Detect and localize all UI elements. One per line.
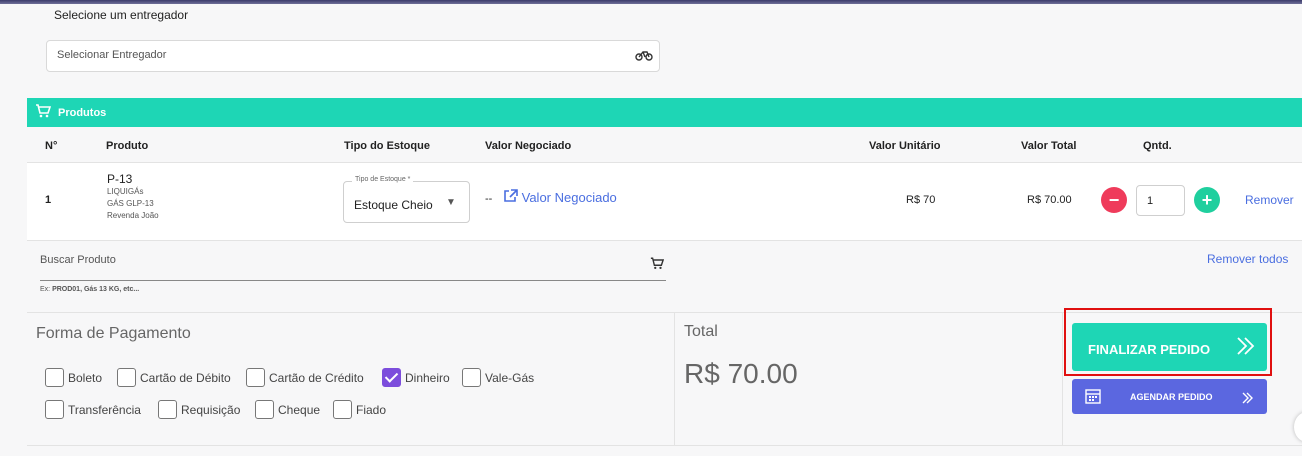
schedule-order-button[interactable]: AGENDAR PEDIDO xyxy=(1072,379,1267,414)
finalize-order-label: FINALIZAR PEDIDO xyxy=(1088,342,1211,357)
product-reseller: Revenda João xyxy=(107,211,159,220)
payment-option-label: Boleto xyxy=(68,370,103,385)
total-value: R$ 70.00 xyxy=(684,358,798,389)
payment-option-debito[interactable]: Cartão de Débito xyxy=(117,368,231,387)
row-divider xyxy=(27,240,1302,241)
search-underline xyxy=(40,280,666,281)
product-info: P-13 LIQUIGÁs GÁS GLP-13 Revenda João xyxy=(107,172,159,222)
increase-qty-button[interactable]: + xyxy=(1194,187,1220,213)
checkbox[interactable] xyxy=(45,368,64,387)
checkbox[interactable] xyxy=(255,400,274,419)
deliverer-placeholder: Selecionar Entregador xyxy=(57,49,167,61)
col-stock-type: Tipo do Estoque xyxy=(344,140,430,152)
payment-option-label: Cartão de Crédito xyxy=(269,370,364,385)
payment-option-label: Vale-Gás xyxy=(485,370,535,385)
product-search-input[interactable]: Buscar Produto xyxy=(40,254,666,266)
negotiated-value-link[interactable]: Valor Negociado xyxy=(503,189,617,206)
qty-value: 1 xyxy=(1147,195,1154,207)
product-gas: GÁS GLP-13 xyxy=(107,199,154,208)
col-negotiated: Valor Negociado xyxy=(485,140,572,152)
checkbox[interactable] xyxy=(246,368,265,387)
checkbox[interactable] xyxy=(117,368,136,387)
negotiated-dash: -- xyxy=(485,193,493,205)
product-search[interactable]: Buscar Produto Ex: PROD01, Gás 13 KG, et… xyxy=(40,254,666,293)
calendar-icon xyxy=(1085,388,1101,406)
row-number: 1 xyxy=(45,194,52,206)
stock-type-legend: Tipo de Estoque * xyxy=(352,176,414,183)
decrease-qty-button[interactable]: − xyxy=(1101,187,1127,213)
payment-option-label: Fiado xyxy=(356,402,387,417)
payment-option-dinheiro[interactable]: Dinheiro xyxy=(382,368,450,387)
col-qty: Qntd. xyxy=(1143,140,1172,152)
deliverer-select[interactable]: Selecionar Entregador xyxy=(46,40,660,72)
total-price: R$ 70.00 xyxy=(1027,194,1072,206)
col-total-price: Valor Total xyxy=(1021,140,1077,152)
panel-divider xyxy=(1062,313,1063,445)
checkbox[interactable] xyxy=(462,368,481,387)
products-header: Produtos xyxy=(27,98,1302,127)
payment-option-label: Dinheiro xyxy=(405,370,450,385)
double-chevron-right-icon xyxy=(1235,335,1257,360)
payment-option-transferencia[interactable]: Transferência xyxy=(45,400,141,419)
qty-input[interactable]: 1 xyxy=(1136,185,1185,216)
products-title: Produtos xyxy=(58,107,107,119)
payment-option-credito[interactable]: Cartão de Crédito xyxy=(246,368,364,387)
search-hint: Ex: PROD01, Gás 13 KG, etc... xyxy=(40,286,139,293)
bike-icon xyxy=(635,47,653,68)
deliverer-label: Selecione um entregador xyxy=(54,8,189,22)
search-hint-prefix: Ex: xyxy=(40,286,53,293)
caret-down-icon: ▼ xyxy=(446,197,456,208)
external-link-icon xyxy=(503,189,522,206)
top-border xyxy=(0,0,1302,4)
cart-icon xyxy=(35,104,52,121)
table-row: 1 P-13 LIQUIGÁs GÁS GLP-13 Revenda João … xyxy=(27,163,1302,240)
search-hint-examples: PROD01, Gás 13 KG, etc... xyxy=(52,286,140,293)
panel-divider xyxy=(674,313,675,445)
checkbox[interactable] xyxy=(158,400,177,419)
payment-title: Forma de Pagamento xyxy=(36,325,191,342)
remove-all-link[interactable]: Remover todos xyxy=(1207,252,1288,266)
stock-type-select[interactable]: Tipo de Estoque * Estoque Cheio ▼ xyxy=(343,176,470,223)
payment-option-cheque[interactable]: Cheque xyxy=(255,400,320,419)
stock-type-value: Estoque Cheio xyxy=(354,198,433,212)
remove-item-link[interactable]: Remover xyxy=(1245,193,1294,207)
checkbox[interactable] xyxy=(333,400,352,419)
product-name: P-13 xyxy=(107,172,133,186)
col-unit-price: Valor Unitário xyxy=(869,140,941,152)
col-product: Produto xyxy=(106,140,149,152)
double-chevron-right-icon xyxy=(1242,392,1254,406)
negotiated-value-label: Valor Negociado xyxy=(521,190,617,206)
payment-option-label: Transferência xyxy=(68,402,141,417)
col-num: N° xyxy=(45,140,58,152)
payment-option-label: Cartão de Débito xyxy=(140,370,231,385)
total-label: Total xyxy=(684,323,718,340)
schedule-order-label: AGENDAR PEDIDO xyxy=(1130,392,1213,402)
checkbox-checked[interactable] xyxy=(382,368,401,387)
payment-option-label: Requisição xyxy=(181,402,241,417)
payment-option-requisicao[interactable]: Requisição xyxy=(158,400,240,419)
finalize-order-button[interactable]: FINALIZAR PEDIDO xyxy=(1072,323,1267,371)
payment-option-vale-gas[interactable]: Vale-Gás xyxy=(462,368,534,387)
unit-price: R$ 70 xyxy=(906,194,936,206)
payment-option-label: Cheque xyxy=(278,402,321,417)
payment-option-fiado[interactable]: Fiado xyxy=(333,400,386,419)
product-brand: LIQUIGÁs xyxy=(107,187,144,196)
cart-icon xyxy=(650,257,665,275)
checkbox[interactable] xyxy=(45,400,64,419)
payment-option-boleto[interactable]: Boleto xyxy=(45,368,102,387)
